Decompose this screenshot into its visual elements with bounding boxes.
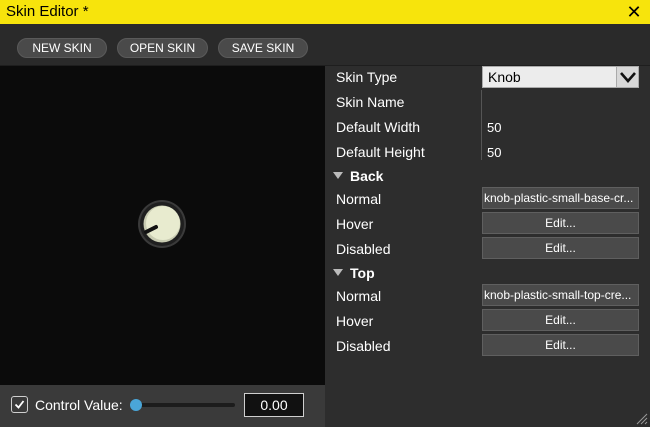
control-value-slider-thumb[interactable] bbox=[130, 399, 142, 411]
check-icon bbox=[14, 400, 25, 409]
back-disabled-label: Disabled bbox=[336, 241, 391, 257]
triangle-down-icon bbox=[333, 269, 343, 276]
top-hover-label: Hover bbox=[336, 313, 374, 329]
new-skin-button[interactable]: NEW SKIN bbox=[17, 38, 107, 58]
chevron-down-icon[interactable] bbox=[616, 67, 638, 87]
default-height-label: Default Height bbox=[336, 144, 425, 160]
default-width-input[interactable]: 50 bbox=[487, 120, 501, 136]
knob-preview[interactable] bbox=[137, 199, 187, 249]
top-hover-edit-button[interactable]: Edit... bbox=[482, 309, 639, 331]
toolbar: NEW SKIN OPEN SKIN SAVE SKIN bbox=[0, 24, 650, 66]
top-section-header[interactable]: Top bbox=[333, 265, 375, 281]
control-value-slider-track[interactable] bbox=[131, 403, 235, 407]
back-normal-file[interactable]: knob-plastic-small-base-cr... bbox=[482, 187, 639, 209]
back-hover-label: Hover bbox=[336, 216, 374, 232]
window-title: Skin Editor * bbox=[6, 3, 89, 20]
open-skin-button[interactable]: OPEN SKIN bbox=[117, 38, 208, 58]
resize-grip-icon[interactable] bbox=[634, 411, 648, 425]
control-value-label: Control Value: bbox=[35, 397, 123, 413]
top-normal-label: Normal bbox=[336, 288, 382, 304]
back-section-title: Back bbox=[350, 168, 384, 184]
property-divider bbox=[481, 90, 482, 160]
default-height-input[interactable]: 50 bbox=[487, 145, 501, 161]
control-value-input[interactable]: 0.00 bbox=[244, 393, 304, 417]
back-normal-label: Normal bbox=[336, 191, 382, 207]
top-section-title: Top bbox=[350, 265, 375, 281]
skin-name-label: Skin Name bbox=[336, 94, 405, 110]
top-disabled-label: Disabled bbox=[336, 338, 391, 354]
title-bar: Skin Editor * ✕ bbox=[0, 0, 650, 24]
close-icon[interactable]: ✕ bbox=[626, 2, 642, 22]
back-hover-edit-button[interactable]: Edit... bbox=[482, 212, 639, 234]
skin-type-label: Skin Type bbox=[336, 69, 398, 85]
triangle-down-icon bbox=[333, 172, 343, 179]
default-width-label: Default Width bbox=[336, 119, 421, 135]
save-skin-button[interactable]: SAVE SKIN bbox=[218, 38, 308, 58]
skin-type-value: Knob bbox=[488, 69, 521, 85]
skin-type-select[interactable]: Knob bbox=[482, 66, 639, 88]
back-disabled-edit-button[interactable]: Edit... bbox=[482, 237, 639, 259]
top-normal-file[interactable]: knob-plastic-small-top-cre... bbox=[482, 284, 639, 306]
top-disabled-edit-button[interactable]: Edit... bbox=[482, 334, 639, 356]
control-value-checkbox[interactable] bbox=[11, 396, 28, 413]
back-section-header[interactable]: Back bbox=[333, 168, 383, 184]
